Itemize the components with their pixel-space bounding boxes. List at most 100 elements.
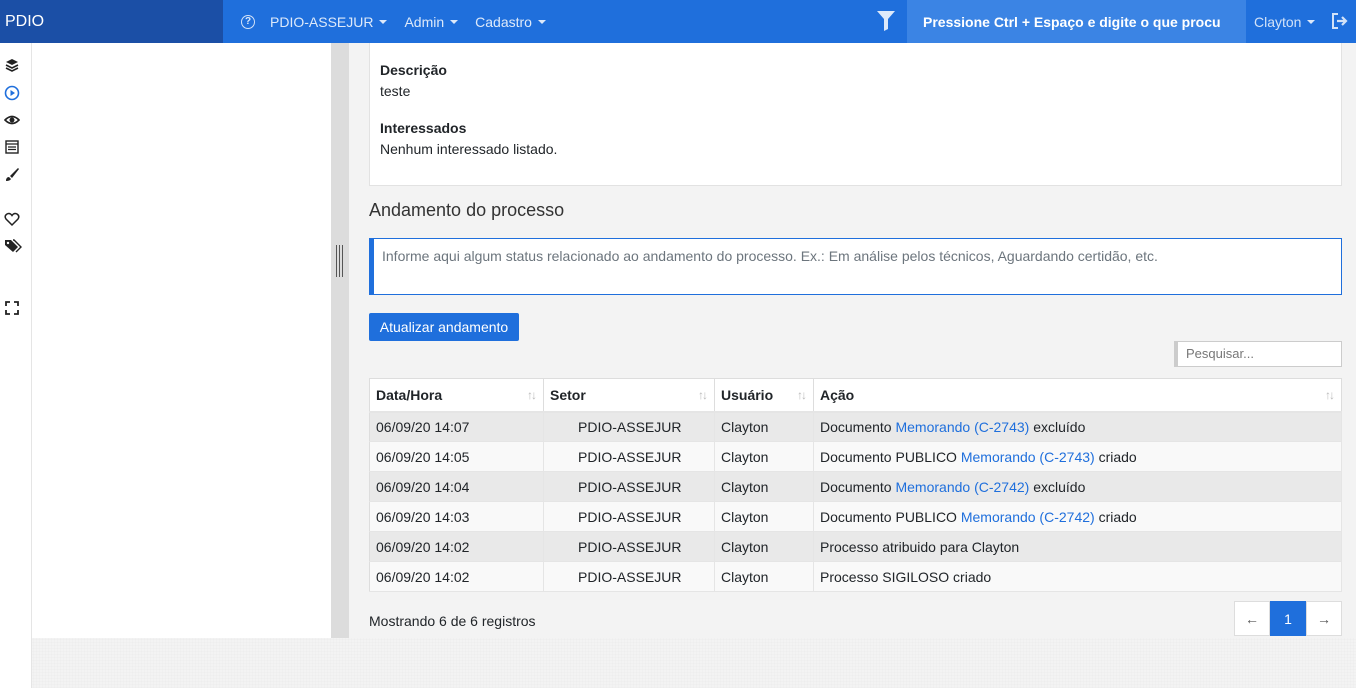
- chevron-down-icon: [450, 19, 459, 24]
- document-link[interactable]: Memorando (C-2743): [961, 449, 1095, 465]
- acao-suffix: criado: [1094, 448, 1137, 465]
- descricao-label: Descrição: [380, 62, 447, 78]
- acao-text: Documento: [820, 418, 896, 435]
- cell-setor: PDIO-ASSEJUR: [543, 561, 715, 592]
- user-name: Clayton: [1254, 13, 1302, 30]
- acao-text: Documento PUBLICO: [820, 448, 961, 465]
- acao-suffix: excluído: [1029, 418, 1086, 435]
- next-page-button[interactable]: →: [1306, 601, 1342, 636]
- cell-setor: PDIO-ASSEJUR: [543, 471, 715, 502]
- sort-icon[interactable]: ↑↓: [1325, 388, 1335, 402]
- splitter-handle[interactable]: [336, 245, 343, 277]
- cell-setor: PDIO-ASSEJUR: [543, 411, 715, 442]
- cell-setor: PDIO-ASSEJUR: [543, 441, 715, 472]
- table-row: 06/09/20 14:05 PDIO-ASSEJUR Clayton Docu…: [369, 441, 1342, 472]
- layers-icon[interactable]: [4, 58, 20, 74]
- expand-icon[interactable]: [4, 300, 20, 316]
- cell-acao: Documento PUBLICO Memorando (C-2742) cri…: [813, 501, 1342, 532]
- pagination: ← 1 →: [1234, 601, 1342, 636]
- eye-icon[interactable]: [4, 112, 20, 128]
- col-usuario[interactable]: Usuário ↑↓: [714, 378, 814, 413]
- table-row: 06/09/20 14:03 PDIO-ASSEJUR Clayton Docu…: [369, 501, 1342, 532]
- table-row: 06/09/20 14:04 PDIO-ASSEJUR Clayton Docu…: [369, 471, 1342, 502]
- menu-sector-label: PDIO-ASSEJUR: [270, 13, 374, 30]
- table-search-input[interactable]: Pesquisar...: [1174, 341, 1342, 367]
- table-info: Mostrando 6 de 6 registros: [369, 613, 536, 629]
- menu-admin[interactable]: Admin: [404, 13, 459, 30]
- table-row: 06/09/20 14:02 PDIO-ASSEJUR Clayton Proc…: [369, 531, 1342, 562]
- prev-page-button[interactable]: ←: [1234, 601, 1270, 636]
- col-datetime[interactable]: Data/Hora ↑↓: [369, 378, 544, 413]
- table-header-row: Data/Hora ↑↓ Setor ↑↓ Usuário ↑↓ Ação ↑↓: [369, 378, 1342, 413]
- interessados-label: Interessados: [380, 120, 467, 136]
- brush-icon[interactable]: [4, 167, 20, 183]
- history-table-wrap: Data/Hora ↑↓ Setor ↑↓ Usuário ↑↓ Ação ↑↓ 06/…: [369, 378, 1342, 592]
- brand-logo[interactable]: PDIO: [0, 0, 223, 43]
- user-menu[interactable]: Clayton: [1254, 0, 1316, 43]
- cell-datetime: 06/09/20 14:02: [369, 531, 544, 562]
- filter-icon[interactable]: [877, 11, 895, 31]
- process-details-card: Descrição teste Interessados Nenhum inte…: [369, 43, 1342, 186]
- andamento-input[interactable]: Informe aqui algum status relacionado ao…: [369, 238, 1342, 295]
- cell-acao: Documento PUBLICO Memorando (C-2743) cri…: [813, 441, 1342, 472]
- global-search-box[interactable]: Pressione Ctrl + Espaço e digite o que p…: [907, 0, 1246, 43]
- menu-cadastro[interactable]: Cadastro: [475, 14, 546, 30]
- help-icon[interactable]: ?: [241, 14, 255, 29]
- cell-datetime: 06/09/20 14:03: [369, 501, 544, 532]
- chevron-down-icon: [1307, 19, 1316, 24]
- cell-usuario: Clayton: [714, 411, 814, 442]
- cell-usuario: Clayton: [714, 531, 814, 562]
- cell-acao: Processo SIGILOSO criado: [813, 561, 1342, 592]
- cell-acao: Processo atribuido para Clayton: [813, 531, 1342, 562]
- cell-usuario: Clayton: [714, 441, 814, 472]
- left-panel: [32, 43, 331, 638]
- cell-setor: PDIO-ASSEJUR: [543, 501, 715, 532]
- menu-admin-label: Admin: [404, 13, 445, 30]
- tags-icon[interactable]: [4, 238, 22, 254]
- main-content: Descrição teste Interessados Nenhum inte…: [349, 43, 1356, 638]
- cell-setor: PDIO-ASSEJUR: [543, 531, 715, 562]
- chevron-down-icon: [379, 19, 388, 24]
- document-link[interactable]: Memorando (C-2742): [961, 509, 1095, 525]
- logout-icon[interactable]: [1331, 13, 1349, 29]
- play-circle-icon[interactable]: [4, 85, 20, 101]
- menu-sector[interactable]: PDIO-ASSEJUR: [270, 13, 388, 30]
- cell-datetime: 06/09/20 14:02: [369, 561, 544, 592]
- cell-usuario: Clayton: [714, 561, 814, 592]
- descricao-value: teste: [380, 83, 411, 99]
- cell-datetime: 06/09/20 14:07: [369, 411, 544, 442]
- document-link[interactable]: Memorando (C-2743): [895, 419, 1029, 435]
- acao-suffix: excluído: [1029, 478, 1086, 495]
- interessados-value: Nenhum interessado listado.: [380, 141, 558, 157]
- col-setor-label: Setor: [550, 386, 586, 403]
- top-navbar: PDIO ? PDIO-ASSEJUR Admin Cadastro Press…: [0, 0, 1356, 43]
- col-acao-label: Ação: [820, 386, 855, 403]
- andamento-title: Andamento do processo: [369, 200, 565, 220]
- col-datetime-label: Data/Hora: [376, 386, 443, 403]
- sort-icon[interactable]: ↑↓: [797, 388, 807, 402]
- heart-icon[interactable]: [4, 211, 20, 227]
- icon-rail: [0, 43, 32, 688]
- update-andamento-button[interactable]: Atualizar andamento: [369, 313, 519, 341]
- acao-text: Documento PUBLICO: [820, 508, 961, 525]
- panel-splitter[interactable]: [331, 43, 349, 638]
- page-button-current[interactable]: 1: [1270, 601, 1306, 636]
- chevron-down-icon: [537, 19, 546, 24]
- calendar-icon[interactable]: [4, 139, 20, 155]
- menu-cadastro-label: Cadastro: [475, 13, 532, 30]
- cell-datetime: 06/09/20 14:05: [369, 441, 544, 472]
- sort-icon[interactable]: ↑↓: [698, 388, 708, 402]
- acao-text: Documento: [820, 478, 896, 495]
- acao-suffix: criado: [1094, 508, 1137, 525]
- cell-usuario: Clayton: [714, 501, 814, 532]
- document-link[interactable]: Memorando (C-2742): [895, 479, 1029, 495]
- cell-datetime: 06/09/20 14:04: [369, 471, 544, 502]
- table-row: 06/09/20 14:07 PDIO-ASSEJUR Clayton Docu…: [369, 411, 1342, 442]
- cell-acao: Documento Memorando (C-2743) excluído: [813, 411, 1342, 442]
- col-acao[interactable]: Ação ↑↓: [813, 378, 1342, 413]
- col-setor[interactable]: Setor ↑↓: [543, 378, 715, 413]
- sort-icon[interactable]: ↑↓: [527, 388, 537, 402]
- cell-acao: Documento Memorando (C-2742) excluído: [813, 471, 1342, 502]
- table-row: 06/09/20 14:02 PDIO-ASSEJUR Clayton Proc…: [369, 561, 1342, 592]
- cell-usuario: Clayton: [714, 471, 814, 502]
